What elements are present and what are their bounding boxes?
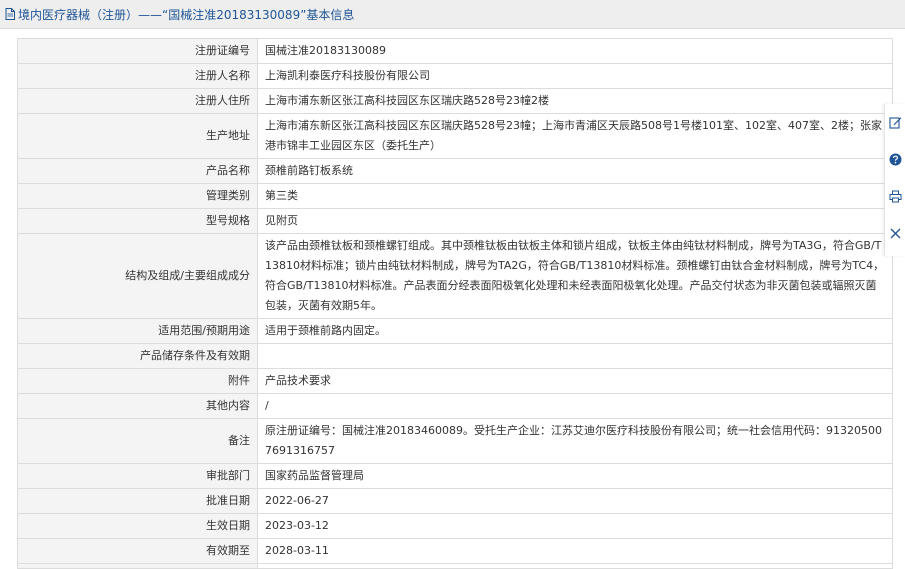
row-label: 产品储存条件及有效期 <box>17 343 258 369</box>
row-label: 审批部门 <box>17 463 258 489</box>
row-value: 国家药品监督管理局 <box>257 463 893 489</box>
row-label: 生效日期 <box>17 513 258 539</box>
edit-button[interactable] <box>885 104 905 141</box>
row-label: 附件 <box>17 368 258 394</box>
row-label: 产品名称 <box>17 158 258 184</box>
help-button[interactable] <box>885 141 905 178</box>
row-value: 上海市浦东新区张江高科技园区东区瑞庆路528号23幢2楼 <box>257 88 893 114</box>
row-value: 该产品由颈椎钛板和颈椎螺钉组成。其中颈椎钛板由钛板主体和锁片组成，钛板主体由纯钛… <box>257 233 893 319</box>
row-label: 备注 <box>17 418 258 464</box>
table-row: 备注 原注册证编号：国械注准20183460089。受托生产企业：江苏艾迪尔医疗科… <box>17 418 893 464</box>
print-button[interactable] <box>885 178 905 215</box>
row-label: 注册证编号 <box>17 38 258 64</box>
side-toolbar <box>884 104 905 256</box>
row-value: 原注册证编号：国械注准20183460089。受托生产企业：江苏艾迪尔医疗科技股… <box>257 418 893 464</box>
row-label: 适用范围/预期用途 <box>17 318 258 344</box>
row-label: 有效期至 <box>17 538 258 564</box>
table-row: 审批部门 国家药品监督管理局 <box>17 463 893 489</box>
table-row: 注册人名称 上海凯利泰医疗科技股份有限公司 <box>17 63 893 89</box>
close-button[interactable] <box>885 215 905 252</box>
print-icon <box>889 190 901 203</box>
row-value: 国械注准20183130089 <box>257 38 893 64</box>
row-value: 2023-03-12 <box>257 513 893 539</box>
table-row: 生效日期 2023-03-12 <box>17 513 893 539</box>
row-value: 产品技术要求 <box>257 368 893 394</box>
help-icon <box>889 153 901 166</box>
row-label: 其他内容 <box>17 393 258 419</box>
table-row: 注册证编号 国械注准20183130089 <box>17 38 893 64</box>
row-label: 批准日期 <box>17 488 258 514</box>
table-row: 产品名称 颈椎前路钉板系统 <box>17 158 893 184</box>
row-value <box>257 563 893 569</box>
row-value: 适用于颈椎前路内固定。 <box>257 318 893 344</box>
page-title-bar: 境内医疗器械（注册）——“国械注准20183130089”基本信息 <box>0 0 905 29</box>
close-icon <box>890 228 900 239</box>
table-row: 其他内容 / <box>17 393 893 419</box>
page-title: 境内医疗器械（注册）——“国械注准20183130089”基本信息 <box>18 7 355 22</box>
table-row: 结构及组成/主要组成成分 该产品由颈椎钛板和颈椎螺钉组成。其中颈椎钛板由钛板主体和… <box>17 233 893 319</box>
row-label: 注册人住所 <box>17 88 258 114</box>
document-icon <box>5 8 15 20</box>
table-row: 产品储存条件及有效期 <box>17 343 893 369</box>
table-row: 批准日期 2022-06-27 <box>17 488 893 514</box>
table-row: 有效期至 2028-03-11 <box>17 538 893 564</box>
row-label: 注册人名称 <box>17 63 258 89</box>
row-value: / <box>257 393 893 419</box>
detail-table: 注册证编号 国械注准20183130089 注册人名称 上海凯利泰医疗科技股份有限公司… <box>17 38 893 569</box>
row-value: 2022-06-27 <box>257 488 893 514</box>
row-value: 见附页 <box>257 208 893 234</box>
table-row: 附件 产品技术要求 <box>17 368 893 394</box>
table-row: 适用范围/预期用途 适用于颈椎前路内固定。 <box>17 318 893 344</box>
table-row: 型号规格 见附页 <box>17 208 893 234</box>
row-label: 型号规格 <box>17 208 258 234</box>
row-value: 颈椎前路钉板系统 <box>257 158 893 184</box>
detail-table-container: 注册证编号 国械注准20183130089 注册人名称 上海凯利泰医疗科技股份有限公司… <box>17 38 893 569</box>
table-row: 生产地址 上海市浦东新区张江高科技园区东区瑞庆路528号23幢；上海市青浦区天辰路… <box>17 113 893 159</box>
row-label: 生产地址 <box>17 113 258 159</box>
edit-icon <box>888 117 901 129</box>
row-value: 第三类 <box>257 183 893 209</box>
row-label: 管理类别 <box>17 183 258 209</box>
table-row <box>17 563 893 569</box>
row-value <box>257 343 893 369</box>
row-label: 结构及组成/主要组成成分 <box>17 233 258 319</box>
row-label <box>17 563 258 569</box>
row-value: 2028-03-11 <box>257 538 893 564</box>
row-value: 上海凯利泰医疗科技股份有限公司 <box>257 63 893 89</box>
row-value: 上海市浦东新区张江高科技园区东区瑞庆路528号23幢；上海市青浦区天辰路508号… <box>257 113 893 159</box>
table-row: 管理类别 第三类 <box>17 183 893 209</box>
table-row: 注册人住所 上海市浦东新区张江高科技园区东区瑞庆路528号23幢2楼 <box>17 88 893 114</box>
